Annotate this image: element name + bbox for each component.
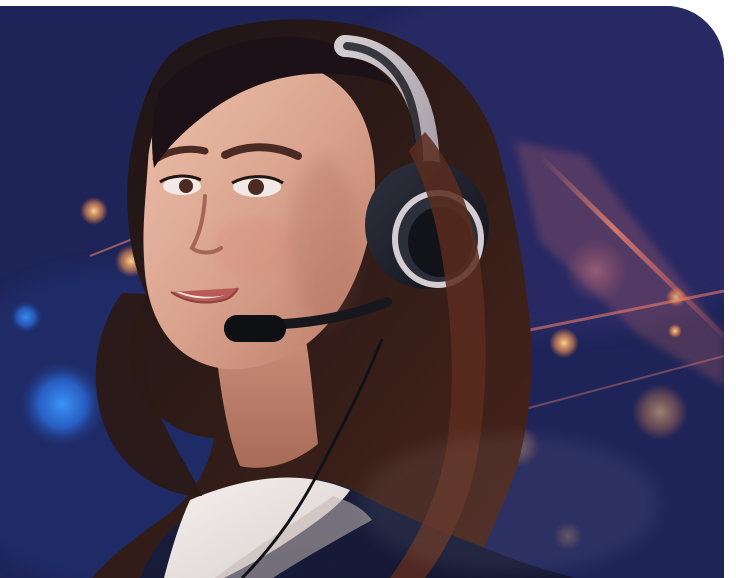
bokeh-warm-1 <box>80 197 108 225</box>
right-iris <box>248 179 264 195</box>
cheek-blush <box>213 217 297 277</box>
bokeh-blue-large <box>19 361 105 447</box>
bokeh-blue-small <box>10 301 42 333</box>
face-shadow <box>290 158 358 326</box>
foreground-glow <box>360 434 660 574</box>
bokeh-warm-3 <box>549 328 579 358</box>
support-agent-illustration <box>0 6 724 578</box>
bokeh-warm-6 <box>666 287 686 307</box>
bokeh-warm-4 <box>632 384 688 440</box>
microphone-tip <box>224 315 286 342</box>
bokeh-pink <box>564 239 628 303</box>
bokeh-warm-5 <box>668 324 682 338</box>
left-iris <box>179 179 193 193</box>
image-frame <box>0 0 736 578</box>
photo-card <box>0 6 724 578</box>
